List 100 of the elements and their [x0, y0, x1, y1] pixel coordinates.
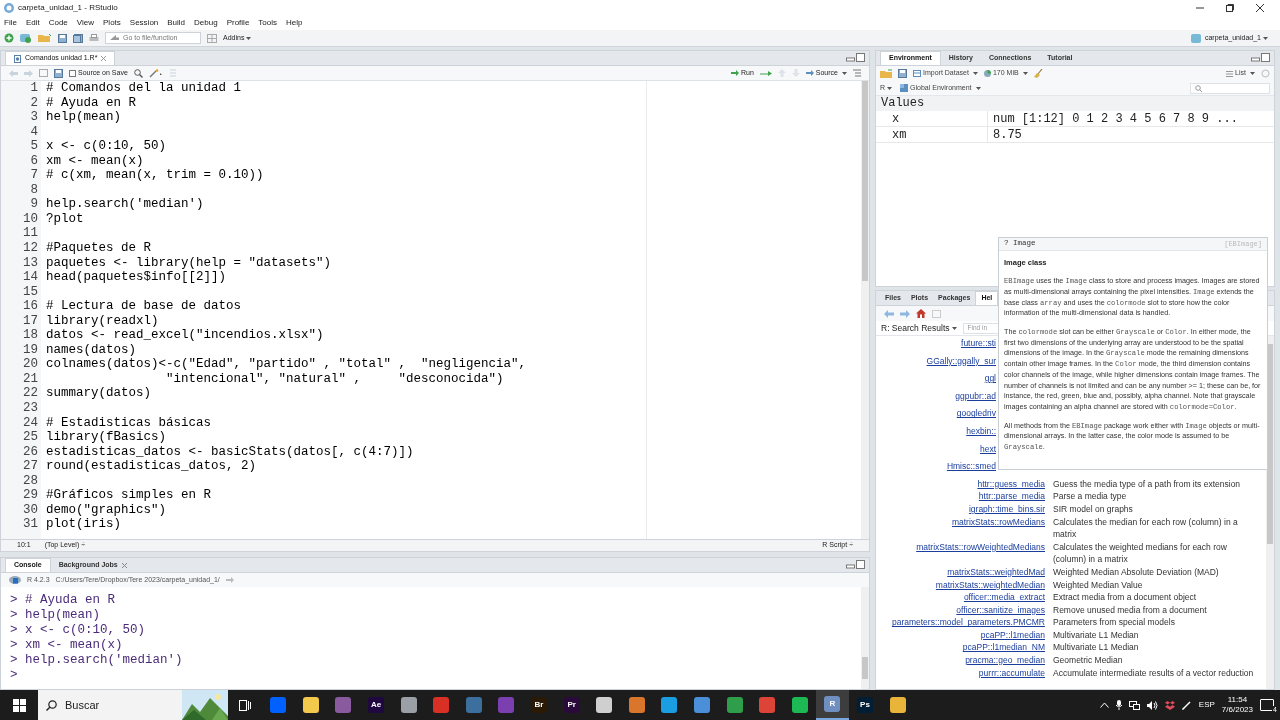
new-file-icon[interactable]: [4, 33, 14, 43]
code-line[interactable]: paquetes <- library(help = "datasets"): [46, 255, 332, 271]
help-link[interactable]: hexbin::: [966, 424, 996, 438]
taskbar-app[interactable]: Ae: [359, 690, 393, 720]
help-link[interactable]: ggl: [984, 372, 996, 385]
new-project-icon[interactable]: [20, 33, 32, 43]
search-field[interactable]: [1190, 82, 1270, 94]
code-line[interactable]: #Paquetes de R: [46, 241, 152, 256]
help-page-menu[interactable]: R: Search Results: [881, 321, 957, 335]
broom-icon[interactable]: [1033, 69, 1043, 78]
help-link[interactable]: ggpubr::ad: [955, 389, 996, 403]
save-icon[interactable]: [898, 69, 907, 78]
menu-item[interactable]: Tools: [258, 16, 278, 29]
menu-item[interactable]: Edit: [25, 16, 40, 29]
input-language[interactable]: ESP: [1198, 699, 1215, 711]
code-line[interactable]: names(datos): [46, 342, 136, 358]
volume-icon[interactable]: [1146, 700, 1158, 710]
code-line[interactable]: xm <- mean(x): [46, 153, 144, 169]
menu-item[interactable]: Help: [286, 16, 303, 29]
menu-item[interactable]: File: [4, 16, 17, 29]
minimize-pane-icon[interactable]: [846, 53, 865, 62]
help-link[interactable]: Hmisc::smed: [946, 460, 996, 473]
forward-arrow-icon[interactable]: [900, 309, 910, 318]
line-number: 18: [22, 328, 39, 343]
save-icon[interactable]: [54, 68, 63, 78]
help-link[interactable]: matrixStats::weightedMad: [947, 565, 1045, 579]
search-icon[interactable]: [133, 68, 143, 78]
clock[interactable]: 11:54 7/6/2023: [1221, 695, 1253, 715]
help-link[interactable]: httr::parse_media: [978, 490, 1045, 503]
rerun-icon[interactable]: [759, 69, 772, 77]
taskbar-app[interactable]: Pr: [555, 690, 588, 720]
microphone-icon[interactable]: [1115, 700, 1122, 710]
code-line[interactable]: colnames(datos)<-c("Edad", "partido" , "total" , "negligencia",: [46, 357, 527, 372]
help-link[interactable]: future::sti: [961, 337, 996, 350]
chevron-up-icon[interactable]: [1099, 702, 1109, 708]
cube-icon: [900, 84, 909, 92]
code-line[interactable]: # Comandos del la unidad 1: [46, 81, 242, 96]
print-icon[interactable]: [89, 33, 99, 43]
help-link[interactable]: hext: [979, 442, 996, 456]
code-line[interactable]: # c(xm, mean(x, trim = 0.10)): [46, 168, 264, 183]
save-icon[interactable]: [58, 33, 67, 43]
code-line[interactable]: help(mean): [46, 110, 121, 125]
search-field[interactable]: Buscar: [38, 690, 228, 720]
code-line[interactable]: # Lectura de base de datos: [46, 299, 242, 314]
scrollbar-thumb[interactable]: [862, 81, 868, 281]
home-icon[interactable]: [916, 309, 926, 318]
scrollbar-thumb[interactable]: [862, 657, 868, 679]
pen-icon[interactable]: [1181, 700, 1192, 710]
menu-item[interactable]: Build: [167, 16, 186, 29]
back-arrow-icon[interactable]: [884, 309, 894, 318]
help-link[interactable]: pcaPP::l1median_NM: [962, 641, 1045, 655]
code-line[interactable]: x <- c(0:10, 50): [46, 139, 167, 154]
code-line[interactable]: # Ayuda en R: [46, 95, 136, 111]
help-link[interactable]: GGally::ggally_sur: [926, 354, 996, 368]
code-line[interactable]: help.search('median'): [46, 197, 204, 212]
code-line[interactable]: summary(datos): [46, 386, 152, 402]
code-line[interactable]: demo("graphics"): [46, 502, 167, 518]
help-link[interactable]: officer::sanitize_images: [956, 603, 1045, 617]
help-link[interactable]: matrixStats::rowMedians: [951, 515, 1045, 529]
code-line[interactable]: "intencional", "natural" , "desconocida"): [46, 371, 504, 387]
code-line[interactable]: #Gráficos simples en R: [46, 488, 212, 503]
code-line[interactable]: estadisticas_datos <- basicStats(datos[, c(4:7)]): [46, 444, 414, 460]
help-link[interactable]: matrixStats::rowWeightedMedians: [916, 540, 1045, 554]
help-link[interactable]: pcaPP::l1median: [980, 628, 1045, 642]
code-line[interactable]: library(readxl): [46, 313, 159, 329]
code-line[interactable]: datos <- read_excel("incendios.xlsx"): [46, 328, 324, 343]
code-line[interactable]: library(fBasics): [46, 430, 167, 445]
network-icon[interactable]: [1128, 700, 1140, 710]
help-link[interactable]: httr::guess_media: [977, 477, 1045, 491]
help-link[interactable]: parameters::model_parameters.PMCMR: [891, 616, 1045, 629]
console-line: > xm <- mean(x): [10, 638, 123, 653]
grid-icon[interactable]: [207, 33, 217, 43]
save-all-icon[interactable]: [73, 33, 83, 43]
menu-item[interactable]: Profile: [226, 16, 250, 29]
code-line[interactable]: round(estadisticas_datos, 2): [46, 459, 257, 474]
menu-item[interactable]: View: [76, 16, 94, 29]
taskbar-app[interactable]: Ps: [848, 690, 882, 720]
maximize-icon[interactable]: [1226, 3, 1234, 12]
code-line[interactable]: # Estadisticas básicas: [46, 415, 212, 431]
taskbar-app[interactable]: Br: [522, 690, 556, 720]
code-line[interactable]: plot(iris): [46, 517, 121, 532]
menu-item[interactable]: Debug: [194, 16, 218, 29]
code-line[interactable]: head(paquetes$info[[2]]): [46, 270, 227, 285]
help-link[interactable]: pracma::geo_median: [965, 654, 1045, 667]
help-description: Accumulate intermediate results of a vector reduction: [1053, 667, 1254, 678]
code-line[interactable]: ?plot: [46, 211, 84, 227]
scrollbar-thumb[interactable]: [1267, 344, 1273, 544]
minimize-pane-icon[interactable]: [1251, 53, 1270, 62]
menu-item[interactable]: Code: [48, 16, 68, 29]
minimize-pane-icon[interactable]: [846, 560, 865, 569]
menu-item[interactable]: Session: [129, 16, 159, 29]
wand-icon[interactable]: [148, 68, 163, 78]
menu-item[interactable]: Plots: [103, 16, 121, 29]
help-link[interactable]: igraph::time_bins.sir: [968, 502, 1045, 516]
help-link[interactable]: purrr::accumulate: [978, 666, 1045, 680]
help-link[interactable]: googledriv: [956, 407, 996, 420]
close-icon[interactable]: [1256, 3, 1264, 12]
show-window-icon[interactable]: [39, 69, 48, 77]
help-link[interactable]: matrixStats::weightedMedian: [935, 578, 1045, 592]
help-link[interactable]: officer::media_extract: [963, 591, 1045, 604]
